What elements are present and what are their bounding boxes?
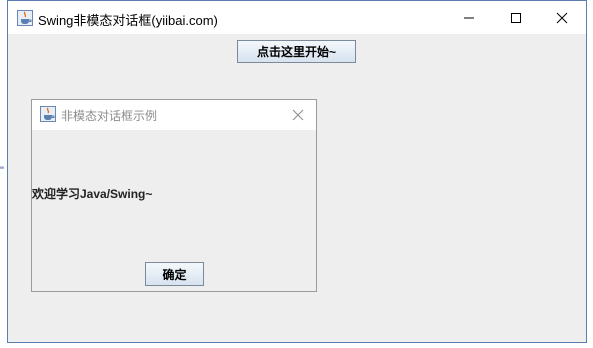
ok-button[interactable]: 确定	[145, 262, 204, 286]
close-icon	[556, 12, 568, 23]
maximize-icon	[511, 12, 521, 23]
stray-quote-mark: "	[0, 165, 4, 177]
dialog-close-button[interactable]	[280, 100, 316, 130]
start-button[interactable]: 点击这里开始~	[237, 40, 356, 63]
close-button[interactable]	[539, 1, 585, 34]
main-titlebar[interactable]: Swing非模态对话框(yiibai.com)	[8, 1, 586, 34]
minimize-icon	[464, 17, 474, 18]
maximize-button[interactable]	[493, 1, 539, 34]
minimize-button[interactable]	[446, 1, 492, 34]
modeless-dialog: 非模态对话框示例 欢迎学习Java/Swing~ 确定	[31, 99, 317, 292]
close-icon	[292, 109, 304, 121]
dialog-titlebar[interactable]: 非模态对话框示例	[32, 100, 316, 130]
dialog-message: 欢迎学习Java/Swing~	[32, 187, 153, 201]
java-cup-icon	[40, 106, 56, 122]
window-title: Swing非模态对话框(yiibai.com)	[38, 13, 218, 28]
java-cup-icon	[17, 10, 33, 26]
dialog-title: 非模态对话框示例	[61, 109, 158, 123]
